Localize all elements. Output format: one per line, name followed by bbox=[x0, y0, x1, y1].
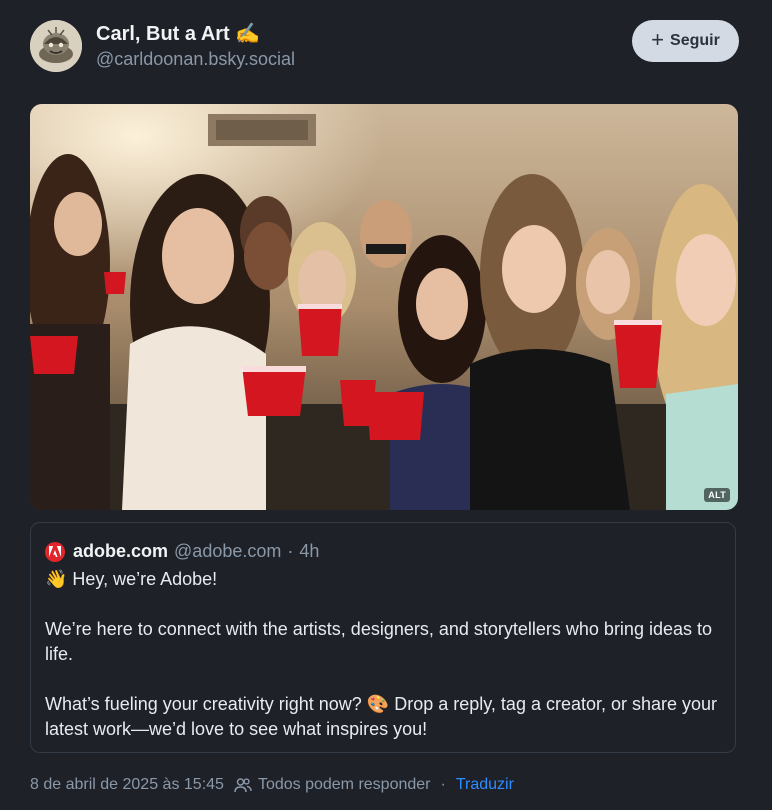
reply-setting[interactable]: Todos podem responder bbox=[258, 776, 431, 794]
party-photo bbox=[30, 104, 738, 510]
author-handle[interactable]: @carldoonan.bsky.social bbox=[96, 49, 295, 70]
quoted-post[interactable]: adobe.com @adobe.com · 4h 👋 Hey, we’re A… bbox=[30, 522, 736, 753]
post-image[interactable]: ALT bbox=[30, 104, 738, 510]
quoted-line-question: What’s fueling your creativity right now… bbox=[45, 694, 718, 739]
quoted-author-handle[interactable]: @adobe.com bbox=[174, 541, 281, 562]
adobe-logo-icon bbox=[45, 541, 65, 562]
quoted-post-text: 👋 Hey, we’re Adobe! We’re here to connec… bbox=[45, 567, 725, 742]
author-display-name[interactable]: Carl, But a Art ✍️ bbox=[96, 21, 260, 46]
quoted-post-header: adobe.com @adobe.com · 4h bbox=[45, 541, 319, 562]
post: Carl, But a Art ✍️ @carldoonan.bsky.soci… bbox=[0, 0, 772, 810]
people-icon bbox=[234, 777, 252, 793]
header-separator: · bbox=[287, 541, 294, 561]
follow-button-label: Seguir bbox=[670, 32, 720, 49]
quoted-line-greeting: 👋 Hey, we’re Adobe! bbox=[45, 569, 218, 589]
footer-separator: · bbox=[440, 776, 446, 793]
quoted-post-time[interactable]: 4h bbox=[299, 541, 319, 562]
post-footer: 8 de abril de 2025 às 15:45 Todos podem … bbox=[30, 776, 514, 794]
avatar-illustration-icon bbox=[30, 20, 82, 72]
alt-badge[interactable]: ALT bbox=[704, 488, 730, 502]
author-avatar[interactable] bbox=[30, 20, 82, 72]
quoted-author-name[interactable]: adobe.com bbox=[73, 541, 168, 562]
plus-icon: + bbox=[651, 27, 665, 52]
translate-link[interactable]: Traduzir bbox=[456, 776, 514, 794]
post-timestamp[interactable]: 8 de abril de 2025 às 15:45 bbox=[30, 776, 224, 794]
follow-button[interactable]: + Seguir bbox=[632, 20, 739, 62]
quoted-line-mission: We’re here to connect with the artists, … bbox=[45, 619, 713, 664]
